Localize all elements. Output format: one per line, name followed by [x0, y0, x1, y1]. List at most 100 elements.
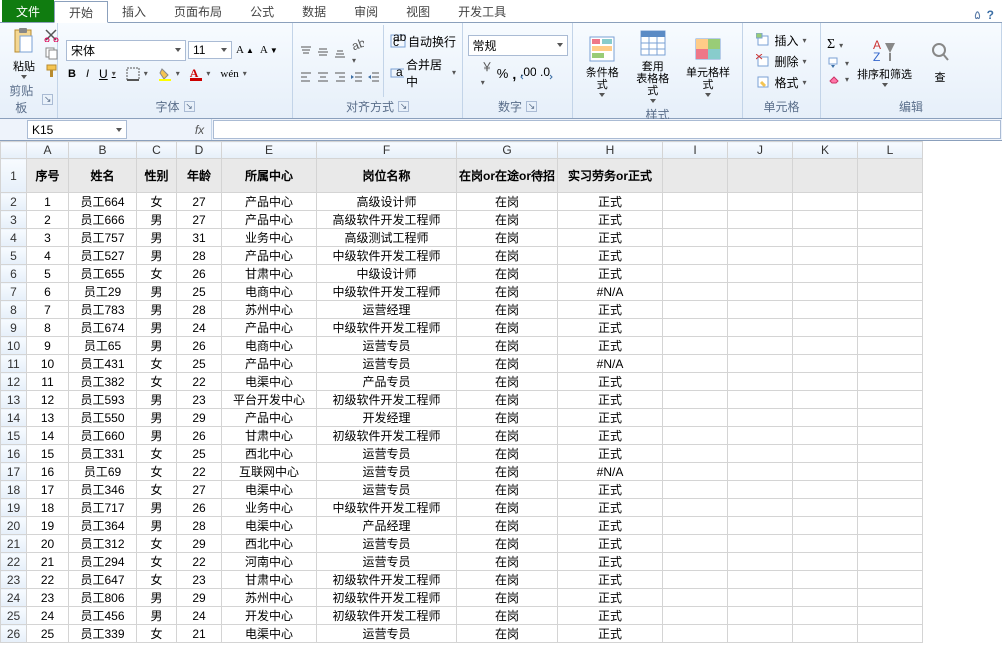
row-header-3[interactable]: 3 [1, 211, 27, 229]
cell[interactable]: 业务中心 [222, 229, 317, 247]
select-all-corner[interactable] [1, 142, 27, 159]
cell[interactable]: 15 [27, 445, 69, 463]
cell[interactable]: 中级软件开发工程师 [317, 283, 457, 301]
col-header-L[interactable]: L [858, 142, 923, 159]
col-header-K[interactable]: K [793, 142, 858, 159]
cell[interactable]: 在岗 [457, 553, 558, 571]
cell[interactable]: 25 [177, 445, 222, 463]
help-icon[interactable]: ? [987, 8, 994, 22]
row-header-5[interactable]: 5 [1, 247, 27, 265]
cell[interactable]: 14 [27, 427, 69, 445]
cell[interactable]: 甘肃中心 [222, 265, 317, 283]
clear-icon[interactable]: ▾ [825, 72, 851, 86]
cell[interactable]: 正式 [558, 499, 663, 517]
cell[interactable]: #N/A [558, 355, 663, 373]
increase-font-icon[interactable]: A▲ [234, 43, 256, 57]
row-header-22[interactable]: 22 [1, 553, 27, 571]
cell[interactable]: 在岗 [457, 265, 558, 283]
row-header-7[interactable]: 7 [1, 283, 27, 301]
cell[interactable]: 电商中心 [222, 283, 317, 301]
number-launcher-icon[interactable]: ↘ [526, 101, 537, 112]
cell[interactable]: 26 [177, 265, 222, 283]
cell[interactable]: 在岗 [457, 319, 558, 337]
name-box[interactable]: K15 [27, 120, 127, 139]
cell[interactable]: #N/A [558, 463, 663, 481]
increase-indent-icon[interactable] [367, 70, 381, 84]
italic-button[interactable]: I [84, 67, 91, 81]
file-tab[interactable]: 文件 [2, 0, 54, 22]
font-family-combo[interactable]: 宋体 [66, 40, 186, 61]
row-header-8[interactable]: 8 [1, 301, 27, 319]
cell[interactable]: 电渠中心 [222, 517, 317, 535]
font-size-combo[interactable]: 11 [188, 41, 232, 59]
cell[interactable]: 24 [177, 319, 222, 337]
cell[interactable]: 正式 [558, 607, 663, 625]
cell[interactable]: 员工664 [69, 193, 137, 211]
col-header-I[interactable]: I [663, 142, 728, 159]
cell[interactable]: 19 [27, 517, 69, 535]
tab-公式[interactable]: 公式 [236, 0, 288, 22]
clipboard-launcher-icon[interactable]: ↘ [42, 94, 53, 105]
sort-filter-button[interactable]: AZ 排序和筛选 [851, 33, 918, 89]
cell[interactable]: 电商中心 [222, 337, 317, 355]
cell[interactable]: 员工757 [69, 229, 137, 247]
row-header-10[interactable]: 10 [1, 337, 27, 355]
cell[interactable]: 高级软件开发工程师 [317, 211, 457, 229]
row-header-21[interactable]: 21 [1, 535, 27, 553]
cell[interactable]: 女 [137, 571, 177, 589]
header-cell[interactable]: 实习劳务or正式 [558, 159, 663, 193]
cell[interactable]: 互联网中心 [222, 463, 317, 481]
cell[interactable]: 西北中心 [222, 445, 317, 463]
cell[interactable]: 在岗 [457, 607, 558, 625]
cell[interactable]: 在岗 [457, 589, 558, 607]
row-header-12[interactable]: 12 [1, 373, 27, 391]
phonetic-icon[interactable]: wén▾ [218, 67, 248, 81]
cell[interactable]: 女 [137, 553, 177, 571]
row-header-15[interactable]: 15 [1, 427, 27, 445]
cell[interactable]: 27 [177, 211, 222, 229]
cell[interactable]: #N/A [558, 283, 663, 301]
cell[interactable]: 员工550 [69, 409, 137, 427]
cell[interactable]: 平台开发中心 [222, 391, 317, 409]
percent-icon[interactable]: % [497, 66, 509, 81]
minimize-ribbon-icon[interactable]: ۵ [974, 8, 980, 22]
cell[interactable]: 在岗 [457, 355, 558, 373]
cell[interactable]: 电渠中心 [222, 625, 317, 643]
cell[interactable]: 员工666 [69, 211, 137, 229]
decrease-font-icon[interactable]: A▼ [258, 43, 280, 57]
cell[interactable]: 26 [177, 427, 222, 445]
cell[interactable]: 业务中心 [222, 499, 317, 517]
row-header-26[interactable]: 26 [1, 625, 27, 643]
header-cell[interactable]: 姓名 [69, 159, 137, 193]
cell[interactable]: 25 [177, 283, 222, 301]
cell[interactable]: 男 [137, 517, 177, 535]
cell[interactable]: 电渠中心 [222, 481, 317, 499]
cell[interactable]: 22 [177, 463, 222, 481]
cell[interactable]: 在岗 [457, 463, 558, 481]
cell[interactable]: 产品经理 [317, 517, 457, 535]
cell[interactable]: 24 [177, 607, 222, 625]
cell[interactable]: 18 [27, 499, 69, 517]
cell[interactable]: 员工29 [69, 283, 137, 301]
cell[interactable]: 女 [137, 265, 177, 283]
cell[interactable]: 苏州中心 [222, 301, 317, 319]
cell[interactable]: 员工674 [69, 319, 137, 337]
cell[interactable]: 员工364 [69, 517, 137, 535]
cell[interactable]: 员工655 [69, 265, 137, 283]
cell[interactable]: 中级设计师 [317, 265, 457, 283]
cell[interactable]: 员工346 [69, 481, 137, 499]
cell[interactable]: 正式 [558, 571, 663, 589]
cell[interactable]: 11 [27, 373, 69, 391]
fx-icon[interactable]: fx [188, 119, 212, 140]
row-header-6[interactable]: 6 [1, 265, 27, 283]
row-header-9[interactable]: 9 [1, 319, 27, 337]
accounting-icon[interactable]: ￥▾ [479, 60, 493, 88]
cell[interactable]: 运营专员 [317, 481, 457, 499]
cell[interactable]: 员工660 [69, 427, 137, 445]
cell[interactable]: 31 [177, 229, 222, 247]
cell[interactable]: 正式 [558, 265, 663, 283]
row-header-23[interactable]: 23 [1, 571, 27, 589]
cell[interactable]: 7 [27, 301, 69, 319]
cell[interactable]: 1 [27, 193, 69, 211]
cell[interactable]: 在岗 [457, 535, 558, 553]
